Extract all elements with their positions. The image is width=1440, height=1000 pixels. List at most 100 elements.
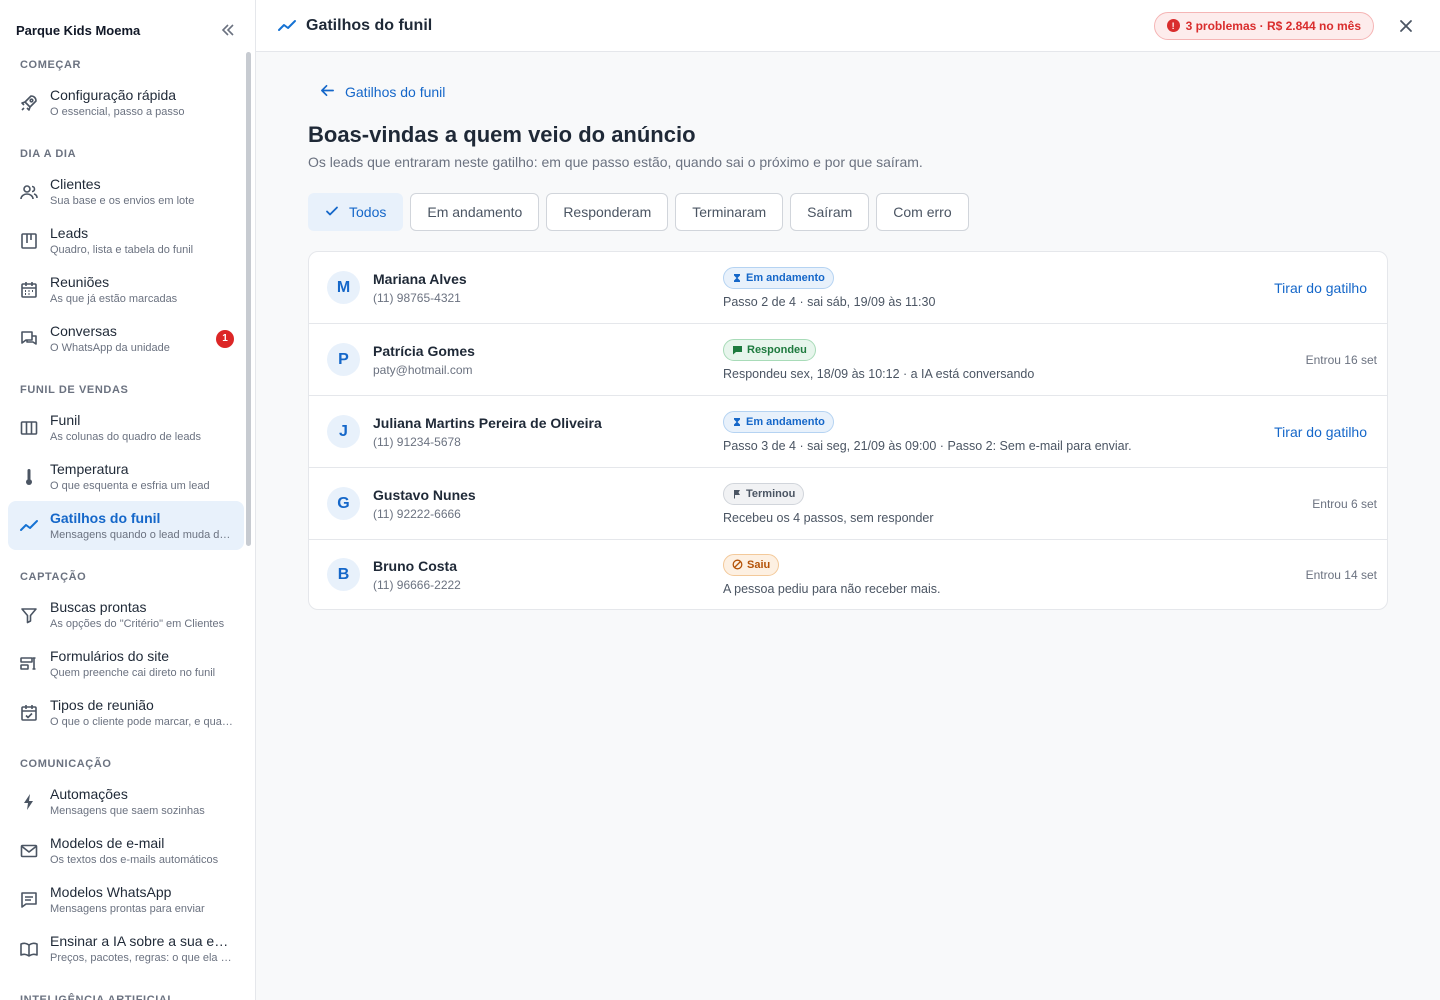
- sidebar-item-ia[interactable]: Ensinar a IA sobre a sua empresa Preços,…: [8, 924, 244, 973]
- sidebar-item-reunioes[interactable]: Reuniões As que já estão marcadas: [8, 265, 244, 314]
- sidebar-item-buscas[interactable]: Buscas prontas As opções do "Critério" e…: [8, 590, 244, 639]
- filter-chip[interactable]: Com erro: [876, 193, 969, 231]
- status-detail: Recebeu os 4 passos, sem responder: [723, 510, 934, 525]
- trend-icon: [276, 15, 298, 37]
- section-label: INTELIGÊNCIA ARTIFICIAL: [20, 994, 175, 1000]
- check-icon: [325, 204, 339, 221]
- sidebar-item-gatilhos[interactable]: Gatilhos do funil Mensagens quando o lea…: [8, 501, 244, 550]
- close-icon[interactable]: [1392, 12, 1420, 40]
- sidebar-item-label: Modelos de e-mail: [50, 834, 165, 851]
- calendar-icon: [18, 279, 40, 301]
- filter-chip[interactable]: Em andamento: [410, 193, 540, 231]
- sidebar-item-whatsapp[interactable]: Modelos WhatsApp Mensagens prontas para …: [8, 875, 244, 924]
- sidebar-item-description: O essencial, passo a passo: [50, 105, 185, 118]
- sidebar-item-description: Quadro, lista e tabela do funil: [50, 243, 194, 256]
- status-badge-label: Terminou: [746, 487, 796, 500]
- table-row[interactable]: M Mariana Alves (11) 98765-4321 Em andam…: [309, 252, 1387, 324]
- sidebar-item-email[interactable]: Modelos de e-mail Os textos dos e-mails …: [8, 826, 244, 875]
- lead-name: Juliana Martins Pereira de Oliveira: [373, 414, 602, 431]
- lead-name: Mariana Alves: [373, 270, 467, 287]
- sidebar-item-temperatura[interactable]: Temperatura O que esquenta e esfria um l…: [8, 452, 244, 501]
- remove-from-trigger-link[interactable]: Tirar do gatilho: [1274, 424, 1367, 440]
- back-link[interactable]: Gatilhos do funil: [320, 80, 445, 104]
- filter-chip-label: Terminaram: [692, 204, 767, 220]
- sidebar-item-label: Formulários do site: [50, 647, 170, 664]
- filter-chip[interactable]: Todos: [308, 193, 404, 231]
- arrow-left-icon: [320, 83, 335, 101]
- sidebar-item-description: As que já estão marcadas: [50, 292, 178, 305]
- chat-icon: [18, 328, 40, 350]
- lead-contact: (11) 96666-2222: [373, 577, 461, 592]
- table-row[interactable]: P Patrícia Gomes paty@hotmail.com Respon…: [309, 324, 1387, 396]
- page-subtitle: Os leads que entraram neste gatilho: em …: [308, 154, 923, 170]
- hourglass-icon: [732, 417, 742, 427]
- lead-contact: (11) 98765-4321: [373, 290, 461, 305]
- sidebar-item-label: Clientes: [50, 175, 101, 192]
- sidebar-item-conversas[interactable]: Conversas O WhatsApp da unidade 1: [8, 314, 244, 363]
- sidebar-header: Parque Kids Moema: [0, 0, 255, 60]
- lead-name: Patrícia Gomes: [373, 342, 475, 359]
- sidebar-item-funil[interactable]: Funil As colunas do quadro de leads: [8, 403, 244, 452]
- status-badge-label: Em andamento: [746, 415, 825, 428]
- sidebar-item-automacoes[interactable]: Automações Mensagens que saem sozinhas: [8, 777, 244, 826]
- table-row[interactable]: J Juliana Martins Pereira de Oliveira (1…: [309, 396, 1387, 468]
- status-detail: Respondeu sex, 18/09 às 10:12 · a IA est…: [723, 366, 1035, 381]
- sidebar-item-description: O que esquenta e esfria um lead: [50, 479, 210, 492]
- sidebar-item-leads[interactable]: Leads Quadro, lista e tabela do funil: [8, 216, 244, 265]
- filter-chip[interactable]: Terminaram: [675, 193, 784, 231]
- alert-icon: !: [1166, 19, 1180, 32]
- sidebar-item-label: Modelos WhatsApp: [50, 883, 172, 900]
- topbar: Gatilhos do funil ! 3 problemas · R$ 2.8…: [256, 0, 1440, 52]
- flag-icon: [732, 489, 742, 499]
- status-badge-label: Saiu: [747, 558, 771, 571]
- org-name: Parque Kids Moema: [16, 22, 141, 38]
- sidebar-item-formularios[interactable]: Formulários do site Quem preenche cai di…: [8, 639, 244, 688]
- sidebar-item-description: Mensagens prontas para enviar: [50, 902, 205, 915]
- page-title: Boas-vindas a quem veio do anúncio: [308, 122, 696, 147]
- table-row[interactable]: B Bruno Costa (11) 96666-2222 Saiu A pes…: [309, 540, 1387, 609]
- section-label: CAPTAÇÃO: [20, 571, 87, 583]
- sidebar-item-description: Preços, pacotes, regras: o que ela preci…: [50, 951, 234, 964]
- sidebar-item-description: Os textos dos e-mails automáticos: [50, 853, 219, 866]
- entered-date: Entrou 14 set: [1305, 567, 1377, 582]
- sidebar-item-label: Gatilhos do funil: [50, 509, 161, 526]
- calendar-check-icon: [18, 702, 40, 724]
- status-detail: Passo 3 de 4 · sai seg, 21/09 às 09:00 ·…: [723, 438, 1132, 453]
- sidebar-item-description: As opções do "Critério" em Clientes: [50, 617, 225, 630]
- status-badge: Em andamento: [723, 410, 834, 433]
- table-row[interactable]: G Gustavo Nunes (11) 92222-6666 Terminou…: [309, 468, 1387, 540]
- filter-chip[interactable]: Saíram: [790, 193, 870, 231]
- reply-icon: [732, 345, 743, 355]
- unread-badge: 1: [216, 329, 234, 348]
- remove-from-trigger-link[interactable]: Tirar do gatilho: [1274, 280, 1367, 296]
- sidebar-item-label: Funil: [50, 411, 81, 428]
- sidebar-item-clientes[interactable]: Clientes Sua base e os envios em lote: [8, 167, 244, 216]
- board-icon: [18, 230, 40, 252]
- sidebar-item-description: As colunas do quadro de leads: [50, 430, 202, 443]
- status-badge-label: Em andamento: [746, 271, 825, 284]
- status-badge: Terminou: [723, 482, 805, 505]
- lead-name: Bruno Costa: [373, 557, 457, 574]
- sidebar-item-tipos[interactable]: Tipos de reunião O que o cliente pode ma…: [8, 688, 244, 737]
- filter-chip[interactable]: Responderam: [546, 193, 669, 231]
- status-badge: Em andamento: [723, 266, 834, 289]
- sidebar-item-description: Sua base e os envios em lote: [50, 194, 195, 207]
- page-content: Gatilhos do funil Boas-vindas a quem vei…: [256, 52, 1440, 610]
- avatar: P: [327, 343, 360, 376]
- sidebar-item-config[interactable]: Configuração rápida O essencial, passo a…: [8, 78, 244, 127]
- filter-chip-label: Todos: [349, 204, 387, 220]
- message-icon: [18, 889, 40, 911]
- status-detail: Passo 2 de 4 · sai sáb, 19/09 às 11:30: [723, 294, 936, 309]
- problems-badge[interactable]: ! 3 problemas · R$ 2.844 no mês: [1153, 11, 1374, 40]
- filter-chip-label: Em andamento: [427, 204, 523, 220]
- section-label: DIA A DIA: [20, 148, 77, 160]
- avatar: J: [327, 415, 360, 448]
- main-area: Gatilhos do funil ! 3 problemas · R$ 2.8…: [256, 0, 1440, 1000]
- block-icon: [732, 559, 743, 570]
- sidebar-scrollbar[interactable]: [246, 52, 251, 546]
- topbar-title: Gatilhos do funil: [306, 16, 433, 34]
- collapse-sidebar-icon[interactable]: [217, 19, 239, 41]
- filter-icon: [18, 604, 40, 626]
